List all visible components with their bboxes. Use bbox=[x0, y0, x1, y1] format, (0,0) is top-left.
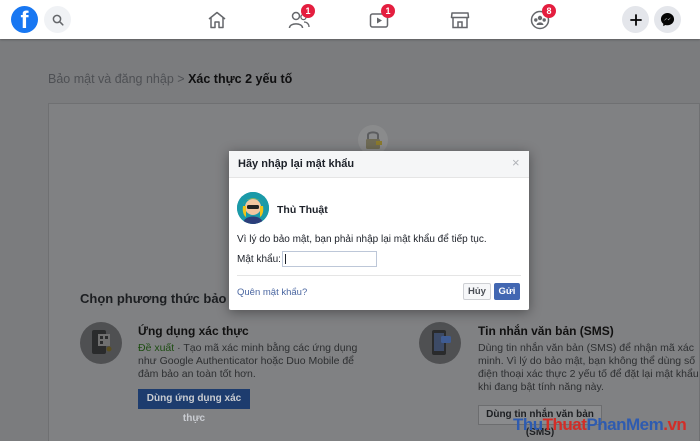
dialog-divider bbox=[237, 275, 521, 276]
dialog-title: Hãy nhập lại mật khẩu bbox=[238, 158, 355, 170]
home-icon bbox=[208, 11, 226, 29]
watch-badge: 1 bbox=[381, 4, 395, 18]
breadcrumb-separator: > bbox=[177, 72, 185, 86]
sms-description: Dùng tin nhắn văn bản (SMS) để nhận mã x… bbox=[478, 342, 699, 393]
auth-app-method: Ứng dụng xác thực Đề xuất · Tạo mã xác m… bbox=[80, 322, 380, 424]
facebook-logo[interactable]: f bbox=[11, 6, 38, 33]
search-icon bbox=[52, 14, 64, 26]
sms-phone-icon bbox=[432, 330, 451, 355]
watermark-part-3: PhanMem bbox=[586, 415, 664, 434]
breadcrumb-parent[interactable]: Bảo mật và đăng nhập bbox=[48, 72, 174, 86]
nav-friends[interactable]: 1 bbox=[286, 4, 315, 32]
method-heading: Chọn phương thức bảo mật bbox=[80, 291, 254, 306]
sms-title: Tin nhắn văn bản (SMS) bbox=[478, 324, 614, 338]
use-auth-app-button[interactable]: Dùng ứng dụng xác thực bbox=[138, 389, 250, 424]
send-button[interactable]: Gửi bbox=[494, 283, 520, 300]
marketplace-icon bbox=[450, 12, 470, 29]
groups-badge: 8 bbox=[542, 4, 556, 18]
breadcrumb-current: Xác thực 2 yếu tố bbox=[188, 72, 293, 86]
avatar bbox=[237, 192, 269, 224]
auth-app-illustration bbox=[80, 322, 122, 364]
search-button[interactable] bbox=[44, 6, 71, 33]
friends-badge: 1 bbox=[301, 4, 315, 18]
site-watermark: ThuThuatPhanMem.vn bbox=[513, 415, 687, 435]
dialog-header: Hãy nhập lại mật khẩu × bbox=[229, 151, 529, 178]
avatar-illustration bbox=[237, 192, 269, 224]
sms-illustration bbox=[419, 322, 461, 364]
messenger-button[interactable] bbox=[654, 6, 681, 33]
qr-phone-icon bbox=[92, 330, 112, 354]
messenger-icon bbox=[660, 12, 675, 27]
nav-groups[interactable]: 8 bbox=[527, 4, 556, 32]
text-caret bbox=[285, 254, 286, 264]
reenter-password-dialog: Hãy nhập lại mật khẩu × Thủ Thuật Vì lý … bbox=[229, 151, 529, 310]
user-name: Thủ Thuật bbox=[277, 204, 328, 216]
watermark-part-1: Thu bbox=[513, 415, 543, 434]
password-input[interactable] bbox=[282, 251, 377, 267]
dialog-message: Vì lý do bảo mật, bạn phải nhập lại mật … bbox=[237, 234, 487, 245]
recommended-label: Đề xuất bbox=[138, 342, 175, 354]
watermark-part-4: .vn bbox=[663, 415, 687, 434]
password-label: Mật khẩu: bbox=[237, 254, 281, 265]
close-icon[interactable]: × bbox=[512, 156, 520, 170]
auth-app-title: Ứng dụng xác thực bbox=[138, 324, 249, 338]
cancel-button[interactable]: Hủy bbox=[463, 283, 491, 300]
plus-icon bbox=[629, 13, 642, 26]
watermark-part-2: Thuat bbox=[542, 415, 587, 434]
nav-watch[interactable]: 1 bbox=[366, 4, 395, 32]
nav-home[interactable] bbox=[204, 8, 230, 32]
breadcrumb: Bảo mật và đăng nhập > Xác thực 2 yếu tố bbox=[48, 72, 292, 86]
auth-app-description: Đề xuất · Tạo mã xác minh bằng các ứng d… bbox=[138, 342, 374, 381]
forgot-password-link[interactable]: Quên mật khẩu? bbox=[237, 287, 307, 298]
create-button[interactable] bbox=[622, 6, 649, 33]
top-navigation-bar: f 1 1 8 bbox=[0, 0, 700, 39]
nav-marketplace[interactable] bbox=[447, 8, 473, 32]
